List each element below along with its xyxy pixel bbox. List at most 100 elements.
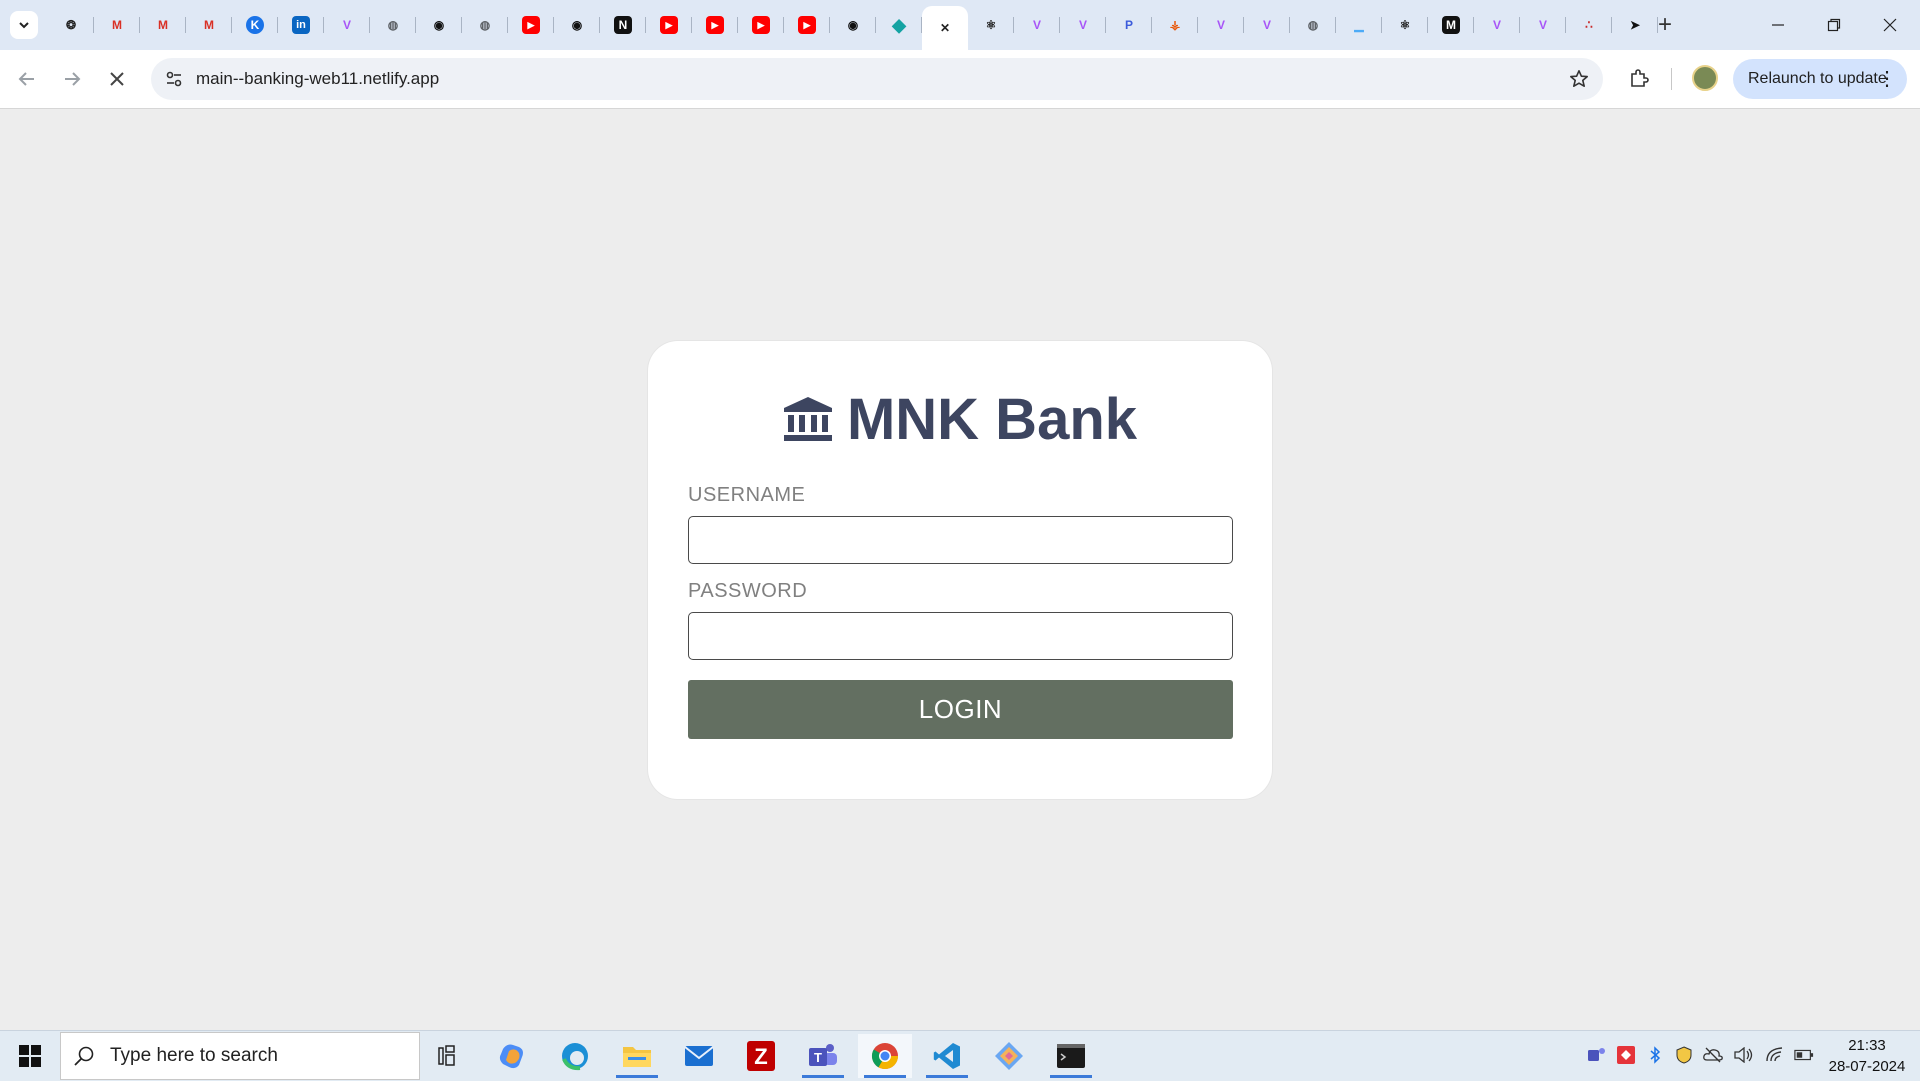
teams-tray-icon[interactable] — [1587, 1045, 1607, 1065]
battery-icon[interactable] — [1794, 1045, 1814, 1065]
browser-tab[interactable]: P — [1106, 6, 1152, 44]
toolbar-divider — [1671, 68, 1672, 90]
browser-tab[interactable]: ▶ — [508, 6, 554, 44]
relaunch-button[interactable]: Relaunch to update ⋮ — [1733, 59, 1907, 99]
bank-icon — [783, 397, 832, 441]
browser-tab[interactable]: K — [232, 6, 278, 44]
netlify-icon: ◆ — [892, 15, 906, 35]
vscode-button[interactable] — [920, 1034, 974, 1078]
minimize-button[interactable] — [1750, 0, 1806, 50]
browser-tab-active[interactable]: ✕ — [922, 6, 968, 50]
anydesk-tray-icon[interactable] — [1616, 1045, 1636, 1065]
browser-tab[interactable]: ⚛ — [968, 6, 1014, 44]
git-tool-button[interactable] — [982, 1034, 1036, 1078]
file-explorer-button[interactable] — [610, 1034, 664, 1078]
browser-tab[interactable]: in — [278, 6, 324, 44]
stop-loading-button[interactable] — [101, 63, 133, 95]
browser-tab[interactable]: N — [600, 6, 646, 44]
gmail-icon: M — [112, 18, 122, 32]
browser-tab[interactable]: ❂ — [48, 6, 94, 44]
browser-tab[interactable]: ◍ — [462, 6, 508, 44]
security-shield-icon[interactable] — [1674, 1045, 1694, 1065]
task-view-button[interactable] — [423, 1034, 477, 1078]
extensions-button[interactable] — [1624, 64, 1654, 94]
browser-tab[interactable]: ∴ — [1566, 6, 1612, 44]
close-window-button[interactable] — [1862, 0, 1918, 50]
tune-icon — [166, 71, 182, 87]
browser-tab[interactable]: V — [1198, 6, 1244, 44]
browser-tab[interactable]: V — [1014, 6, 1060, 44]
close-icon[interactable]: ✕ — [936, 19, 954, 37]
back-button[interactable] — [11, 63, 43, 95]
terminal-button[interactable] — [1044, 1034, 1098, 1078]
filezilla-button[interactable]: Z — [734, 1034, 788, 1078]
mail-button[interactable] — [672, 1034, 726, 1078]
browser-tab[interactable]: ▶ — [784, 6, 830, 44]
globe-icon: ◍ — [387, 18, 399, 32]
password-label: PASSWORD — [688, 580, 808, 602]
youtube-icon: ▶ — [752, 16, 770, 34]
browser-tab[interactable]: ▶ — [646, 6, 692, 44]
site-info-button[interactable] — [161, 66, 187, 92]
forward-button[interactable] — [56, 63, 88, 95]
system-clock[interactable]: 21:33 28-07-2024 — [1822, 1035, 1912, 1077]
gmail-icon: M — [158, 18, 168, 32]
browser-tab[interactable]: V — [1474, 6, 1520, 44]
login-button[interactable]: LOGIN — [688, 680, 1233, 739]
browser-tab[interactable]: V — [1244, 6, 1290, 44]
wifi-icon[interactable] — [1765, 1045, 1785, 1065]
bookmark-star-button[interactable] — [1567, 67, 1591, 91]
browser-tab[interactable]: M — [186, 6, 232, 44]
browser-tab[interactable]: V — [1520, 6, 1566, 44]
gmail-icon: M — [204, 18, 214, 32]
onedrive-offline-icon[interactable] — [1703, 1045, 1723, 1065]
browser-tab[interactable]: ◍ — [1290, 6, 1336, 44]
browser-tab[interactable]: ◆ — [876, 6, 922, 44]
browser-tab[interactable]: M — [140, 6, 186, 44]
folder-icon — [623, 1047, 651, 1067]
close-icon — [1883, 18, 1897, 32]
browser-tab[interactable]: ⚶ — [1152, 6, 1198, 44]
chrome-button[interactable] — [858, 1034, 912, 1078]
filezilla-icon: Z — [747, 1041, 775, 1071]
login-card: MNK Bank USERNAME PASSWORD LOGIN — [648, 341, 1272, 799]
browser-tab[interactable]: ◍ — [370, 6, 416, 44]
browser-tab[interactable]: ▶ — [692, 6, 738, 44]
browser-tab[interactable]: V — [324, 6, 370, 44]
copilot-button[interactable] — [485, 1034, 539, 1078]
copilot-icon — [499, 1044, 523, 1069]
teams-icon: T — [809, 1044, 837, 1066]
browser-tab[interactable]: M — [1428, 6, 1474, 44]
browser-tab[interactable]: ◉ — [416, 6, 462, 44]
browser-tab[interactable]: V — [1060, 6, 1106, 44]
restore-button[interactable] — [1806, 0, 1862, 50]
start-button[interactable] — [10, 1041, 50, 1071]
k-icon: K — [246, 16, 264, 34]
tab-search-button[interactable] — [10, 11, 38, 39]
browser-tab[interactable]: ⚛ — [1382, 6, 1428, 44]
password-input[interactable] — [688, 612, 1233, 660]
github-icon: ◉ — [433, 18, 445, 32]
teams-button[interactable]: T — [796, 1034, 850, 1078]
edge-icon — [562, 1043, 588, 1071]
volume-icon[interactable] — [1734, 1045, 1754, 1065]
url-text: main--banking-web11.netlify.app — [196, 69, 440, 88]
address-bar[interactable]: main--banking-web11.netlify.app — [151, 58, 1603, 100]
edge-button[interactable] — [548, 1034, 602, 1078]
browser-tab[interactable]: ▶ — [738, 6, 784, 44]
bluetooth-icon[interactable] — [1645, 1045, 1665, 1065]
profile-avatar[interactable] — [1692, 65, 1718, 91]
browser-tab[interactable]: M — [94, 6, 140, 44]
taskbar-search[interactable]: Type here to search — [60, 1032, 420, 1080]
browser-tab[interactable]: ◉ — [830, 6, 876, 44]
arrow-left-icon — [18, 72, 34, 86]
windows-logo-icon — [19, 1045, 41, 1067]
openai-icon: ❂ — [65, 18, 77, 32]
browser-tab[interactable]: ◉ — [554, 6, 600, 44]
svg-text:T: T — [814, 1050, 822, 1065]
chevron-down-icon — [19, 22, 29, 29]
tab-strip: ❂ M M M Kin V ◍ ◉ ◍ ▶ ◉ N ▶ ▶ ▶ ▶ ◉ ◆ ✕ ⚛ V V P ⚶ V V ◍ ▁ ⚛ M V V ∴ ➤ + — [0, 0, 1920, 50]
new-tab-button[interactable]: + — [1652, 12, 1678, 38]
username-input[interactable] — [688, 516, 1233, 564]
browser-tab[interactable]: ▁ — [1336, 6, 1382, 44]
